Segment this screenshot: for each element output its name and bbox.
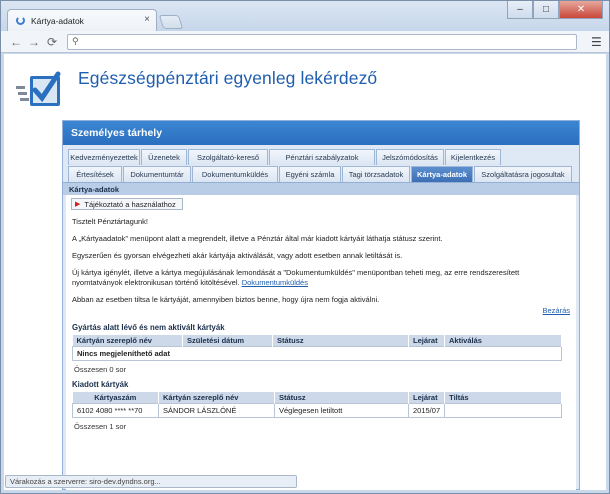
checkmark-logo-icon [16,71,61,106]
minimize-button[interactable]: – [507,1,533,19]
window-controls: – □ ✕ [507,1,603,19]
close-window-button[interactable]: ✕ [559,1,603,19]
tab-close-icon[interactable]: × [144,14,150,25]
card-holder-name: SÁNDOR LÁSZLÓNÉ [158,403,275,418]
tab-tagi-torzsadatok[interactable]: Tagi törzsadatok [342,166,410,182]
tab-row-2: Értesítések Dokumentumtár Dokumentumküld… [63,165,579,182]
column-header: Lejárat [408,392,446,404]
tab-row-1: Kedvezményezettek Üzenetek Szolgáltató-k… [63,148,579,165]
issued-row-count: Összesen 1 sor [74,422,127,431]
back-arrow-icon[interactable]: ← [7,35,25,49]
tab-ertesitesek[interactable]: Értesítések [68,166,122,182]
column-header: Státusz [272,335,409,347]
tab-szolgaltatasra-jogosultak[interactable]: Szolgáltatásra jogosultak [474,166,572,182]
browser-toolbar: ← → ⟳ ⚲ ☰ [1,31,609,53]
menu-icon[interactable]: ☰ [591,35,602,49]
dokumentumkuldes-link[interactable]: Dokumentumküldés [242,278,308,287]
tab-title: Kártya-adatok [31,15,84,26]
info-message: Tisztelt Pénztártagunk! A „Kártyaadatok”… [66,217,576,305]
close-info: Bezárás [66,306,576,315]
column-header: Tiltás [444,392,562,404]
content-area: ▶ Tájékoztató a használathoz Tisztelt Pé… [66,195,576,490]
tab-kijelentkezes[interactable]: Kijelentkezés [445,149,501,165]
column-header: Születési dátum [182,335,273,347]
tab-kedvezmenyezettek[interactable]: Kedvezményezettek [68,149,140,165]
info-paragraph-4: Abban az esetben tiltsa le kártyáját, am… [72,295,380,304]
maximize-button[interactable]: □ [533,1,559,19]
info-toggle-button[interactable]: ▶ Tájékoztató a használathoz [71,198,183,210]
title-bar: Kártya-adatok × – □ ✕ [1,1,609,31]
info-toggle-label: Tájékoztató a használathoz [84,199,176,209]
tab-egyeni-szamla[interactable]: Egyéni számla [279,166,341,182]
page-viewport: Egészségpénztári egyenleg lekérdező Szem… [4,54,606,490]
section-title-bar: Kártya-adatok [63,182,579,195]
browser-window: Kártya-adatok × – □ ✕ ← → ⟳ ⚲ ☰ Egészség… [0,0,610,494]
tab-uzenetek[interactable]: Üzenetek [141,149,187,165]
loading-spinner-icon [16,16,25,25]
column-header: Kártyaszám [72,392,159,404]
tab-kartya-adatok[interactable]: Kártya-adatok [411,166,473,182]
column-header: Lejárat [408,335,445,347]
tab-penztari-szabalyzatok[interactable]: Pénztári szabályzatok [269,149,375,165]
pending-row-count: Összesen 0 sor [74,365,127,374]
reload-icon[interactable]: ⟳ [43,35,61,49]
column-header: Kártyán szereplő név [72,335,183,347]
empty-message: Nincs megjeleníthető adat [72,346,562,361]
triangle-right-icon: ▶ [75,201,81,208]
info-paragraph-1: A „Kártyaadatok” menüpont alatt a megren… [72,234,443,243]
card-number: 6102 4080 **** **70 [72,403,159,418]
site-header: Egészségpénztári egyenleg lekérdező [4,54,606,116]
tab-dokumentumtar[interactable]: Dokumentumtár [123,166,191,182]
issued-cards-title: Kiadott kártyák [72,380,129,389]
status-bar: Várakozás a szerverre: siro-dev.dyndns.o… [5,475,297,488]
column-header: Státusz [274,392,409,404]
tab-szolgaltato-kereso[interactable]: Szolgáltató-kereső [188,149,268,165]
info-paragraph-3: Új kártya igénylét, illetve a kártya meg… [72,268,570,288]
forward-arrow-icon[interactable]: → [25,35,43,49]
table-row[interactable]: 6102 4080 **** **70 SÁNDOR LÁSZLÓNÉ Végl… [72,403,562,418]
card-block[interactable] [444,403,562,418]
tab-jelszomodositas[interactable]: Jelszómódosítás [376,149,444,165]
table-row: Nincs megjeleníthető adat [72,346,562,361]
column-header: Kártyán szereplő név [158,392,275,404]
table-header-row: Kártyaszám Kártyán szereplő név Státusz … [72,392,562,404]
column-header: Aktiválás [444,335,562,347]
search-icon: ⚲ [72,36,79,46]
address-bar[interactable]: ⚲ [67,33,577,50]
close-info-link[interactable]: Bezárás [542,306,570,315]
pending-cards-table: Kártyán szereplő név Születési dátum Stá… [72,335,562,361]
greeting-text: Tisztelt Pénztártagunk! [72,217,149,226]
panel-heading: Személyes tárhely [63,121,579,145]
browser-tab[interactable]: Kártya-adatok × [7,9,157,31]
personal-storage-panel: Személyes tárhely Kedvezményezettek Üzen… [62,120,580,490]
card-status: Véglegesen letiltott [274,403,409,418]
info-paragraph-2: Egyszerűen és gyorsan elvégezheti akár k… [72,251,403,260]
new-tab-button[interactable] [158,15,184,29]
table-header-row: Kártyán szereplő név Születési dátum Stá… [72,335,562,347]
tab-dokumentumkuldes[interactable]: Dokumentumküldés [192,166,278,182]
card-expiry: 2015/07 [407,403,446,418]
pending-cards-title: Gyártás alatt lévő és nem aktivált kárty… [72,323,225,332]
issued-cards-table: Kártyaszám Kártyán szereplő név Státusz … [72,392,562,418]
site-title: Egészségpénztári egyenleg lekérdező [78,68,378,88]
